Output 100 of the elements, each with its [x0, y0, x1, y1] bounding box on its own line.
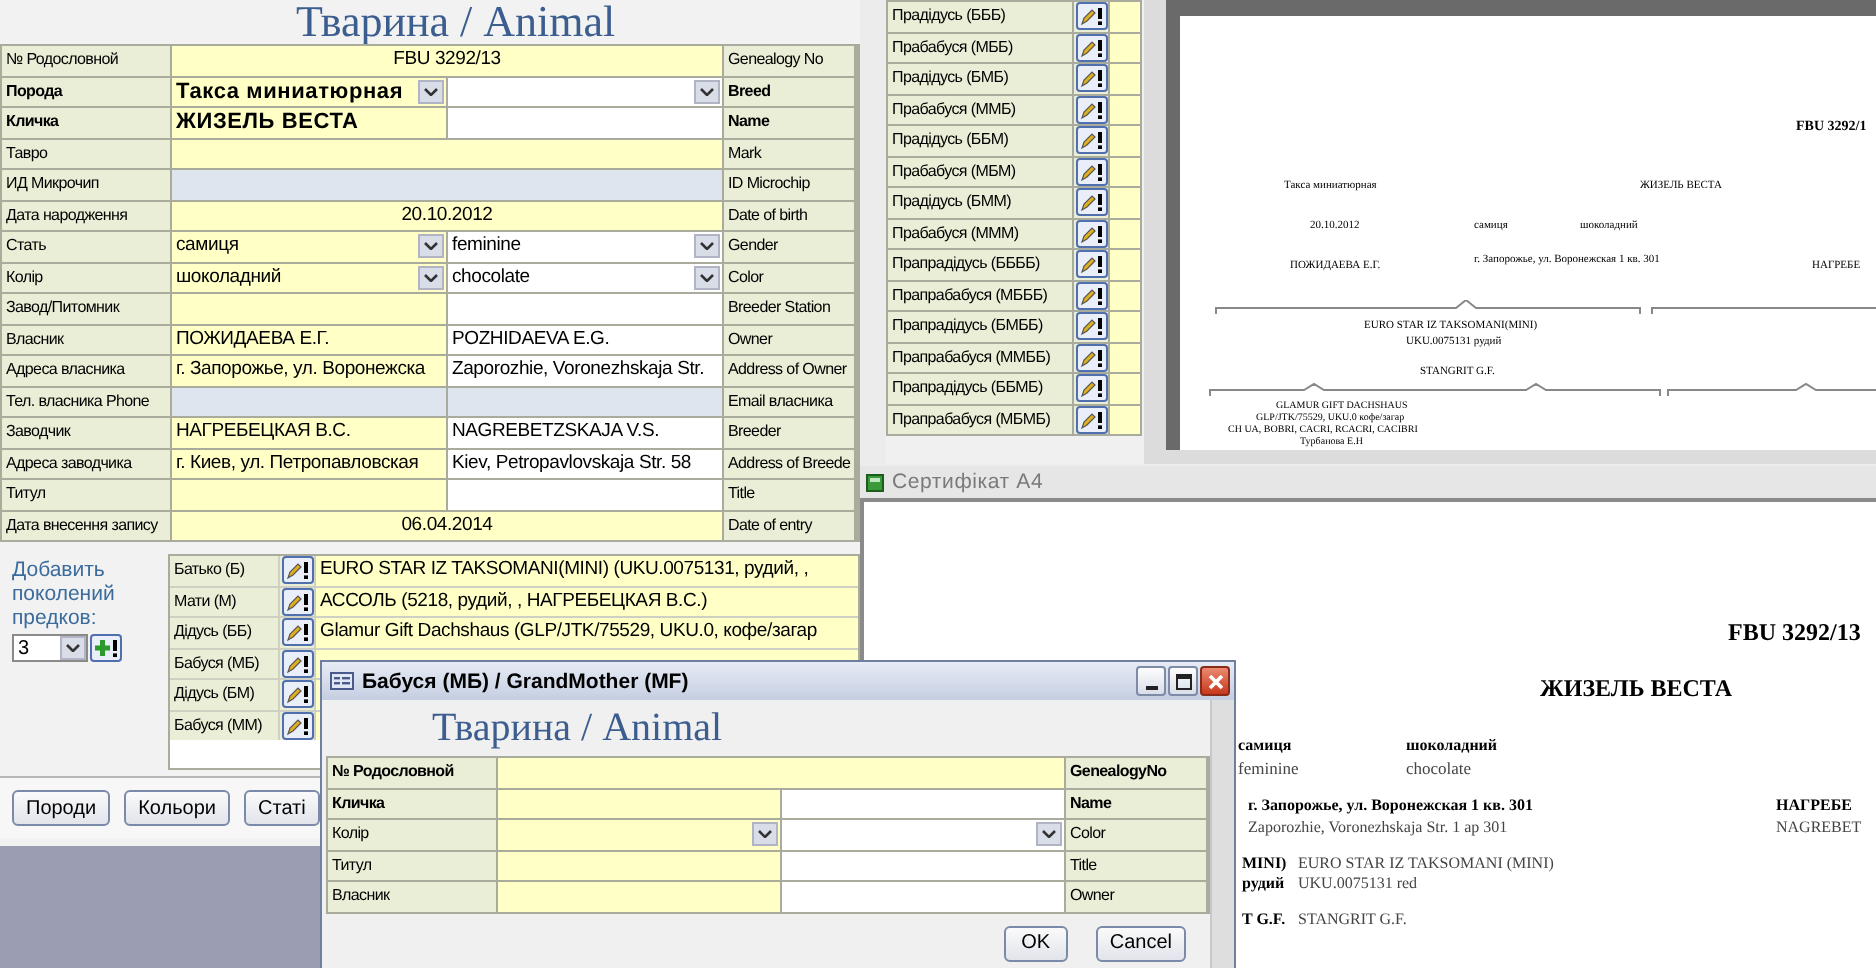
ancestor-field[interactable]: АССОЛЬ (5218, рудий, , НАГРЕБЕЦКАЯ В.С.): [316, 587, 858, 616]
ancestor-field[interactable]: [1110, 126, 1140, 155]
edit-button[interactable]: [281, 556, 313, 585]
add-button[interactable]: [90, 634, 122, 662]
ancestor-field[interactable]: [1110, 64, 1140, 93]
dropdown-field[interactable]: feminine: [448, 232, 722, 261]
ancestor-field[interactable]: [1110, 374, 1140, 403]
ancestor-field[interactable]: Glamur Gift Dachshaus (GLP/JTK/75529, UKU.0, кофе/загар: [316, 618, 858, 647]
dropdown-field[interactable]: [782, 820, 1064, 849]
input-field[interactable]: Kiev, Petropavlovskaja Str. 58: [448, 449, 722, 478]
toolbar-button[interactable]: Кольори: [124, 790, 230, 826]
dropdown-button[interactable]: [60, 636, 86, 660]
edit-button[interactable]: [1075, 343, 1107, 372]
dialog-button[interactable]: Cancel: [1095, 925, 1186, 961]
edit-button[interactable]: [1075, 281, 1107, 310]
input-field[interactable]: [782, 851, 1064, 880]
edit-button[interactable]: [1075, 64, 1107, 93]
input-field[interactable]: г. Запорожье, ул. Воронежска: [172, 356, 446, 385]
input-field[interactable]: [172, 139, 722, 168]
number-field[interactable]: 3: [12, 634, 88, 662]
input-field[interactable]: НАГРЕБЕЦКАЯ В.С.: [172, 418, 446, 447]
maximize-button[interactable]: [1168, 666, 1198, 696]
ancestor-field[interactable]: [1110, 250, 1140, 279]
edit-button[interactable]: [1075, 405, 1107, 434]
edit-button[interactable]: [1075, 2, 1107, 31]
minimize-button[interactable]: [1136, 666, 1166, 696]
input-field[interactable]: [498, 851, 780, 880]
edit-button[interactable]: [1075, 219, 1107, 248]
ancestor-field[interactable]: [1110, 95, 1140, 124]
dropdown-field[interactable]: Такса миниатюрная: [172, 77, 446, 106]
dropdown-field[interactable]: [498, 820, 780, 849]
dialog-button[interactable]: OK: [1003, 925, 1068, 961]
caret-icon: [700, 242, 714, 251]
input-field[interactable]: 20.10.2012: [172, 201, 722, 230]
edit-button[interactable]: [281, 680, 313, 709]
input-field[interactable]: [448, 480, 722, 509]
ancestor-field[interactable]: [1110, 2, 1140, 31]
input-field[interactable]: [448, 108, 722, 137]
edit-button[interactable]: [1075, 250, 1107, 279]
dropdown-button[interactable]: [418, 234, 444, 259]
edit-button[interactable]: [1075, 126, 1107, 155]
dropdown-button[interactable]: [694, 79, 720, 104]
input-field[interactable]: POZHIDAEVA E.G.: [448, 325, 722, 354]
input-field[interactable]: [498, 758, 1064, 787]
input-field[interactable]: [448, 387, 722, 416]
ancestor-field[interactable]: [1110, 312, 1140, 341]
input-field[interactable]: [782, 882, 1064, 911]
edit-button[interactable]: [1075, 312, 1107, 341]
dropdown-button[interactable]: [418, 265, 444, 290]
scrollbar[interactable]: [1210, 700, 1234, 968]
edit-button[interactable]: [1075, 374, 1107, 403]
close-button[interactable]: [1200, 666, 1230, 696]
dropdown-button[interactable]: [752, 822, 778, 847]
input-field[interactable]: [172, 387, 446, 416]
edit-button[interactable]: [281, 618, 313, 647]
ancestor-field[interactable]: [1110, 157, 1140, 186]
ancestor-field[interactable]: [1110, 405, 1140, 434]
ancestor-field[interactable]: [1110, 33, 1140, 62]
edit-button[interactable]: [281, 649, 313, 678]
edit-button[interactable]: [281, 711, 313, 740]
input-field[interactable]: Zaporozhie, Voronezhskaja Str.: [448, 356, 722, 385]
input-field[interactable]: [448, 294, 722, 323]
input-field[interactable]: 06.04.2014: [172, 511, 722, 540]
dropdown-button[interactable]: [694, 265, 720, 290]
input-field[interactable]: [782, 789, 1064, 818]
input-field[interactable]: ПОЖИДАЕВА Е.Г.: [172, 325, 446, 354]
pencil-alert-icon: [1079, 378, 1103, 399]
input-field[interactable]: [498, 789, 780, 818]
input-field[interactable]: [498, 882, 780, 911]
edit-button[interactable]: [1075, 95, 1107, 124]
input-field[interactable]: NAGREBETZSKAJA V.S.: [448, 418, 722, 447]
ancestor-field[interactable]: [1110, 219, 1140, 248]
field-label: Стать: [2, 232, 170, 261]
dropdown-field[interactable]: шоколадний: [172, 263, 446, 292]
dropdown-field[interactable]: самиця: [172, 232, 446, 261]
dropdown-button[interactable]: [418, 79, 444, 104]
dropdown-button[interactable]: [1036, 822, 1062, 847]
dropdown-field[interactable]: [448, 77, 722, 106]
dropdown-button[interactable]: [694, 234, 720, 259]
edit-button[interactable]: [1075, 157, 1107, 186]
ancestor-field[interactable]: EURO STAR IZ TAKSOMANI(MINI) (UKU.0075131, рудий, ,: [316, 556, 858, 585]
edit-button[interactable]: [281, 587, 313, 616]
toolbar-button[interactable]: Породи: [12, 790, 111, 826]
edit-button[interactable]: [1075, 188, 1107, 217]
input-field[interactable]: FBU 3292/13: [172, 46, 722, 75]
toolbar-button[interactable]: Статі: [244, 790, 320, 826]
ancestor-field[interactable]: [1110, 281, 1140, 310]
input-field[interactable]: [172, 170, 722, 199]
dropdown-field[interactable]: chocolate: [448, 263, 722, 292]
ancestor-field[interactable]: [1110, 188, 1140, 217]
input-field[interactable]: ЖИЗЕЛЬ ВЕСТА: [172, 108, 446, 137]
ancestor-field[interactable]: [1110, 343, 1140, 372]
input-field[interactable]: г. Киев, ул. Петропавловская: [172, 449, 446, 478]
input-field[interactable]: [172, 480, 446, 509]
caret-icon: [700, 273, 714, 282]
field-label: Title: [724, 480, 854, 509]
caret-icon: [758, 830, 772, 839]
input-field[interactable]: [172, 294, 446, 323]
edit-button[interactable]: [1075, 33, 1107, 62]
plus-alert-icon: [94, 638, 118, 658]
